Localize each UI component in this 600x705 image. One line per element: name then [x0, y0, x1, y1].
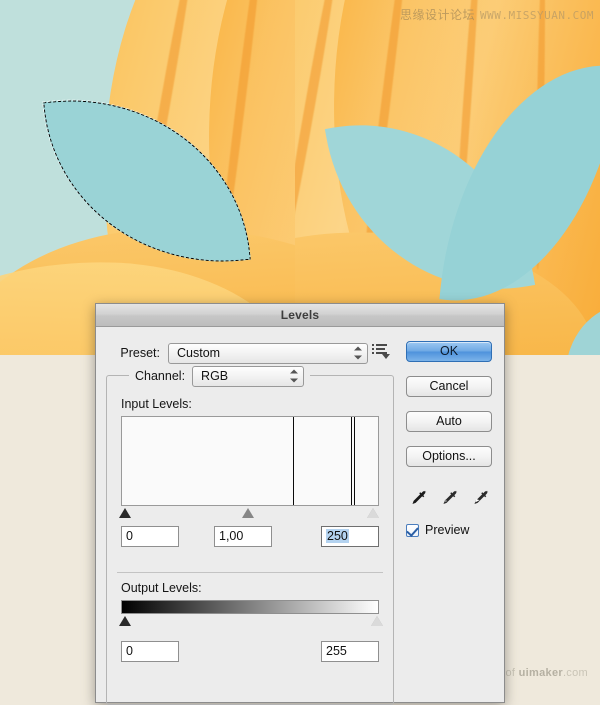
output-black-point-slider[interactable]	[119, 616, 131, 626]
output-levels-label: Output Levels:	[121, 581, 202, 595]
input-white-point-value: 250	[326, 529, 349, 543]
canvas-pane-right	[295, 0, 600, 355]
output-black-point-field[interactable]: 0	[121, 641, 179, 662]
stepper-arrows-icon	[354, 346, 363, 361]
watermark-top-url: WWW.MISSYUAN.COM	[480, 9, 594, 22]
set-white-point-eyedropper[interactable]	[470, 487, 492, 509]
output-white-point-field[interactable]: 255	[321, 641, 379, 662]
watermark-bottom-suffix: .com	[562, 667, 588, 679]
dialog-titlebar[interactable]: Levels	[96, 304, 504, 327]
input-white-point-field[interactable]: 250	[321, 526, 379, 547]
preview-label: Preview	[425, 523, 470, 537]
output-levels-slider-track[interactable]	[119, 615, 383, 628]
watermark-top-chinese: 思缘设计论坛	[400, 8, 476, 22]
watermark-top: 思缘设计论坛 WWW.MISSYUAN.COM	[400, 6, 594, 23]
histogram-display[interactable]	[121, 416, 379, 506]
dialog-button-column: OK Cancel Auto Options...	[406, 341, 494, 481]
leaf-shape-corner	[566, 295, 600, 355]
channel-select-value: RGB	[201, 368, 229, 383]
input-levels-slider-track[interactable]	[119, 507, 379, 520]
input-white-point-slider[interactable]	[367, 508, 379, 518]
histogram-spike	[350, 417, 352, 505]
group-divider	[117, 572, 383, 573]
checkmark-icon	[406, 523, 419, 537]
options-button[interactable]: Options...	[406, 446, 492, 467]
channel-row: Channel: RGB	[129, 365, 311, 387]
ok-button[interactable]: OK	[406, 341, 492, 362]
input-black-point-slider[interactable]	[119, 508, 131, 518]
histogram-spike	[354, 417, 356, 505]
histogram-spike	[293, 417, 294, 505]
eyedropper-group	[408, 487, 494, 511]
channel-label: Channel:	[135, 369, 186, 383]
levels-dialog: Levels Preset: Custom Channel: RGB Input…	[95, 303, 505, 705]
input-midtone-field[interactable]: 1,00	[214, 526, 272, 547]
leaf-fill	[566, 295, 600, 355]
preview-checkbox[interactable]	[406, 523, 419, 537]
output-white-point-slider[interactable]	[371, 616, 383, 626]
chevron-down-icon	[382, 354, 390, 359]
set-gray-point-eyedropper[interactable]	[439, 487, 461, 509]
cancel-button[interactable]: Cancel	[406, 376, 492, 397]
input-black-point-field[interactable]: 0	[121, 526, 179, 547]
set-black-point-eyedropper[interactable]	[408, 487, 430, 509]
preset-label: Preset:	[120, 346, 160, 360]
preset-select[interactable]: Custom	[168, 342, 368, 364]
preset-row: Preset: Custom	[108, 342, 398, 364]
preview-row[interactable]: Preview	[406, 523, 469, 537]
document-canvas-artwork: 思缘设计论坛 WWW.MISSYUAN.COM	[0, 0, 600, 355]
dialog-body: Preset: Custom Channel: RGB Input Levels…	[96, 327, 504, 705]
input-midtone-slider[interactable]	[242, 508, 254, 518]
input-levels-label: Input Levels:	[121, 397, 192, 411]
output-levels-gradient-track[interactable]	[121, 600, 379, 614]
selection-marching-ants	[43, 82, 251, 280]
levels-group-box: Channel: RGB Input Levels: 0 1,00 250 Ou…	[106, 365, 394, 705]
preset-select-value: Custom	[177, 345, 221, 360]
stepper-arrows-icon	[290, 369, 299, 384]
leaf-shape-right	[439, 50, 600, 316]
auto-button[interactable]: Auto	[406, 411, 492, 432]
selected-leaf-shape	[42, 81, 251, 280]
watermark-bottom-brand: uimaker	[518, 667, 563, 679]
channel-select[interactable]: RGB	[192, 365, 305, 387]
preset-menu-icon[interactable]	[372, 343, 390, 359]
canvas-pane-left	[0, 0, 295, 355]
leaf-fill	[439, 50, 600, 316]
